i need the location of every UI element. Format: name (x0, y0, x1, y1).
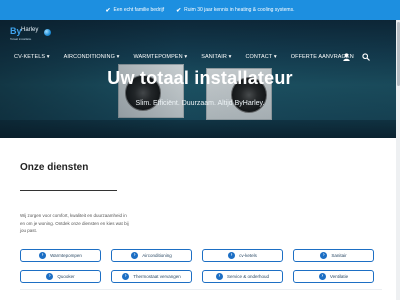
service-button-ventilatie[interactable]: › Ventilatie (293, 270, 374, 283)
service-label: Quooker (57, 274, 75, 279)
service-label: Warmtepompen (50, 253, 82, 258)
check-icon: ✔ (105, 7, 111, 14)
main-navigation: CV-KETELS ▾ AIRCONDITIONING ▾ WARMTEPOMP… (0, 51, 400, 63)
service-label: Airconditioning (142, 253, 172, 258)
services-intro: Wij zorgen voor comfort, kwaliteit en du… (20, 213, 129, 234)
service-button-cv-ketels[interactable]: › cv-ketels (202, 249, 283, 262)
service-button-sanitair[interactable]: › Sanitair (293, 249, 374, 262)
service-button-warmtepompen[interactable]: › Warmtepompen (20, 249, 101, 262)
chevron-right-icon: › (131, 252, 139, 259)
nav-item-airconditioning[interactable]: AIRCONDITIONING ▾ (64, 54, 120, 60)
page-scrollbar[interactable] (396, 20, 400, 300)
nav-tools (343, 53, 370, 64)
service-label: cv-ketels (239, 253, 257, 258)
hero-title: Uw totaal installateur (107, 68, 293, 88)
chevron-right-icon: › (320, 252, 328, 259)
chevron-right-icon: › (46, 273, 54, 280)
service-label: Thermostaat vervangen (133, 274, 181, 279)
chevron-right-icon: › (215, 273, 223, 280)
nav-item-cv-ketels[interactable]: CV-KETELS ▾ (14, 54, 50, 60)
chevron-right-icon: › (122, 273, 130, 280)
chevron-right-icon: › (318, 273, 326, 280)
scrollbar-thumb[interactable] (396, 22, 400, 86)
user-icon[interactable] (343, 53, 350, 64)
section-divider (20, 190, 117, 191)
search-icon[interactable] (362, 53, 370, 64)
section-bottom-divider (20, 289, 382, 290)
usp-text: Ruim 30 jaar kennis in heating & cooling… (184, 7, 295, 13)
logo-globe-icon (44, 29, 51, 36)
nav-item-contact[interactable]: CONTACT ▾ (245, 54, 276, 60)
nav-item-sanitair[interactable]: SANITAIR ▾ (201, 54, 231, 60)
usp-text: Een echt familie bedrijf (113, 7, 165, 13)
service-button-service-onderhoud[interactable]: › Service & onderhoud (202, 270, 283, 283)
check-icon: ✔ (176, 7, 182, 14)
hero-subtitle: Slim. Efficiënt. Duurzaam. Altijd ByHarl… (135, 100, 265, 107)
service-label: Ventilatie (329, 274, 349, 279)
usp-item: ✔ Een echt familie bedrijf (106, 7, 165, 14)
chevron-right-icon: › (228, 252, 236, 259)
byharley-logo[interactable]: By Harley Totaal installatie (10, 26, 54, 42)
service-button-airconditioning[interactable]: › Airconditioning (111, 249, 192, 262)
logo-tagline: Totaal installatie (10, 37, 32, 41)
usp-item: ✔ Ruim 30 jaar kennis in heating & cooli… (176, 7, 294, 14)
service-button-thermostaat[interactable]: › Thermostaat vervangen (111, 270, 192, 283)
nav-item-warmtepompen[interactable]: WARMTEPOMPEN ▾ (133, 54, 187, 60)
service-label: Sanitair (331, 253, 347, 258)
service-label: Service & onderhoud (226, 274, 270, 279)
services-title: Onze diensten (20, 162, 89, 173)
chevron-right-icon: › (39, 252, 47, 259)
logo-name: Harley (21, 27, 39, 33)
service-button-quooker[interactable]: › Quooker (20, 270, 101, 283)
logo-by: By (10, 26, 22, 36)
usp-bar: ✔ Een echt familie bedrijf ✔ Ruim 30 jaa… (0, 0, 400, 20)
